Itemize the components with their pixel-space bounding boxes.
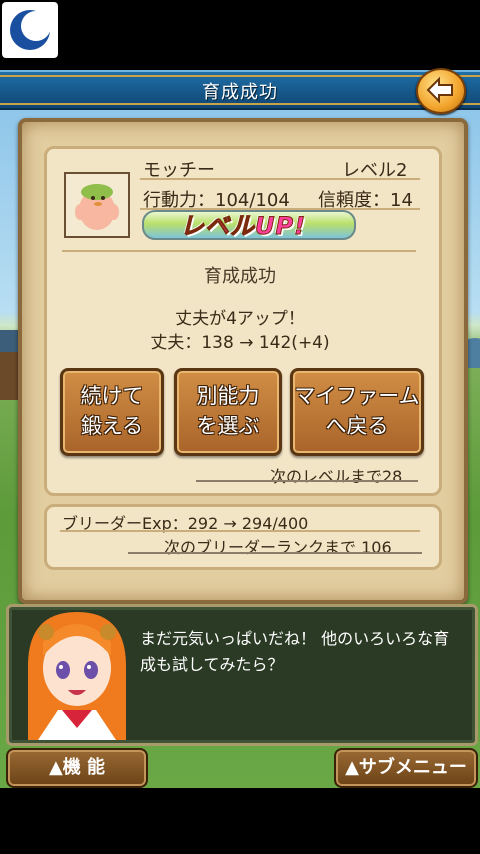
status-bar <box>0 0 480 66</box>
button-label-line1: 続けて <box>80 384 144 408</box>
name-underline <box>140 178 420 180</box>
return-to-farm-button[interactable]: マイファーム へ戻る <box>290 368 424 456</box>
next-level-underline <box>196 480 418 482</box>
continue-training-button[interactable]: 続けて 鍛える <box>60 368 164 456</box>
next-breeder-rank: 次のブリーダーランクまで 106 <box>164 538 392 557</box>
section-divider <box>62 250 416 252</box>
breeder-exp-underline <box>60 530 420 532</box>
next-rank-underline <box>128 552 422 554</box>
moon-logo-icon <box>10 10 51 50</box>
level-up-banner: レベルUP! <box>179 212 307 241</box>
stat-up-message: 丈夫が4アップ！ <box>175 309 305 329</box>
page-title: 育成成功 <box>202 82 278 103</box>
character-portrait <box>18 606 136 740</box>
back-arrow-icon <box>426 76 453 104</box>
button-label-line1: 別能力 <box>196 384 260 408</box>
stat-change: 丈夫：138 → 142(+4) <box>150 333 330 353</box>
monster-icon <box>75 184 119 230</box>
app-logo-icon <box>2 2 58 58</box>
button-label-line2: を選ぶ <box>196 414 260 438</box>
title-bar: 育成成功 <box>0 70 480 110</box>
dialog-text: まだ元気いっぱいだね！ 他のいろいろな育成も試してみたら？ <box>140 629 450 674</box>
next-level-exp: 次のレベルまで28 <box>270 467 403 486</box>
character-girl-icon <box>28 612 126 740</box>
bottom-strip <box>0 788 480 854</box>
result-title: 育成成功 <box>204 266 276 287</box>
button-label-line1: マイファーム <box>294 384 420 408</box>
button-label-line2: へ戻る <box>325 414 389 438</box>
function-menu-button[interactable]: ▲機 能 <box>6 748 148 788</box>
button-label-line2: 鍛える <box>80 414 144 438</box>
back-button[interactable] <box>416 68 466 114</box>
monster-portrait <box>64 172 130 238</box>
submenu-button[interactable]: ▲サブメニュー <box>334 748 478 788</box>
choose-other-ability-button[interactable]: 別能力 を選ぶ <box>174 368 282 456</box>
